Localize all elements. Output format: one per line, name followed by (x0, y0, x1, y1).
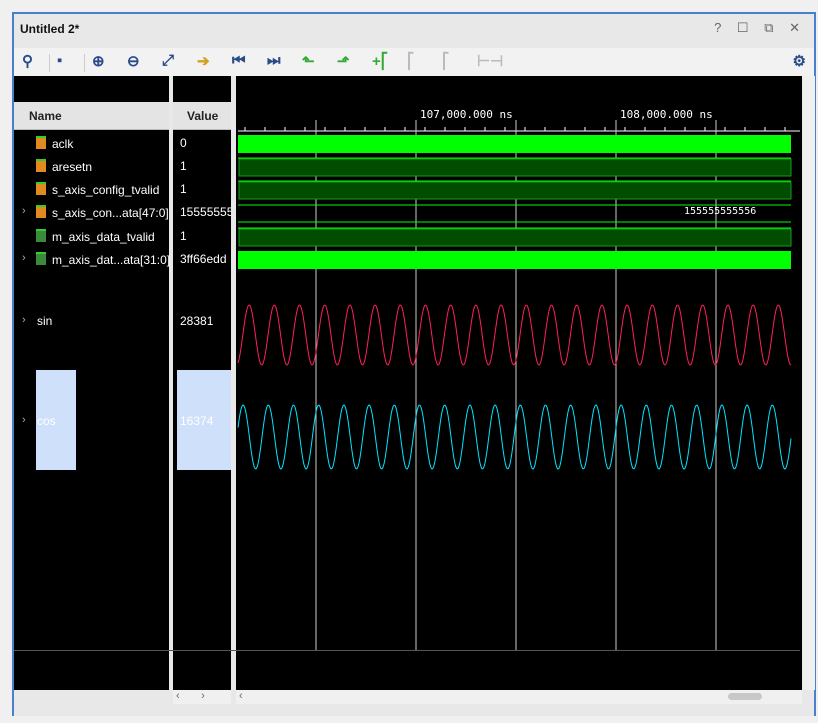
bit-high-wave (238, 158, 792, 177)
cos-wave (237, 404, 792, 470)
time-label: 107,000.000 ns (420, 108, 513, 121)
bit-high-wave (238, 228, 792, 247)
value-hscrollbar[interactable]: ‹ › (173, 690, 231, 704)
time-label: 108,000.000 ns (620, 108, 713, 121)
wave-hscrollbar[interactable]: ‹ (236, 690, 802, 704)
aclk-wave (238, 135, 791, 153)
sin-wave (237, 304, 792, 366)
scroll-thumb[interactable] (728, 693, 762, 700)
bit-high-wave (238, 181, 792, 200)
m-axis-data-wave (238, 251, 791, 269)
wave-vscrollbar[interactable] (803, 76, 815, 690)
bus-value-label: 155555555556 (684, 206, 757, 217)
